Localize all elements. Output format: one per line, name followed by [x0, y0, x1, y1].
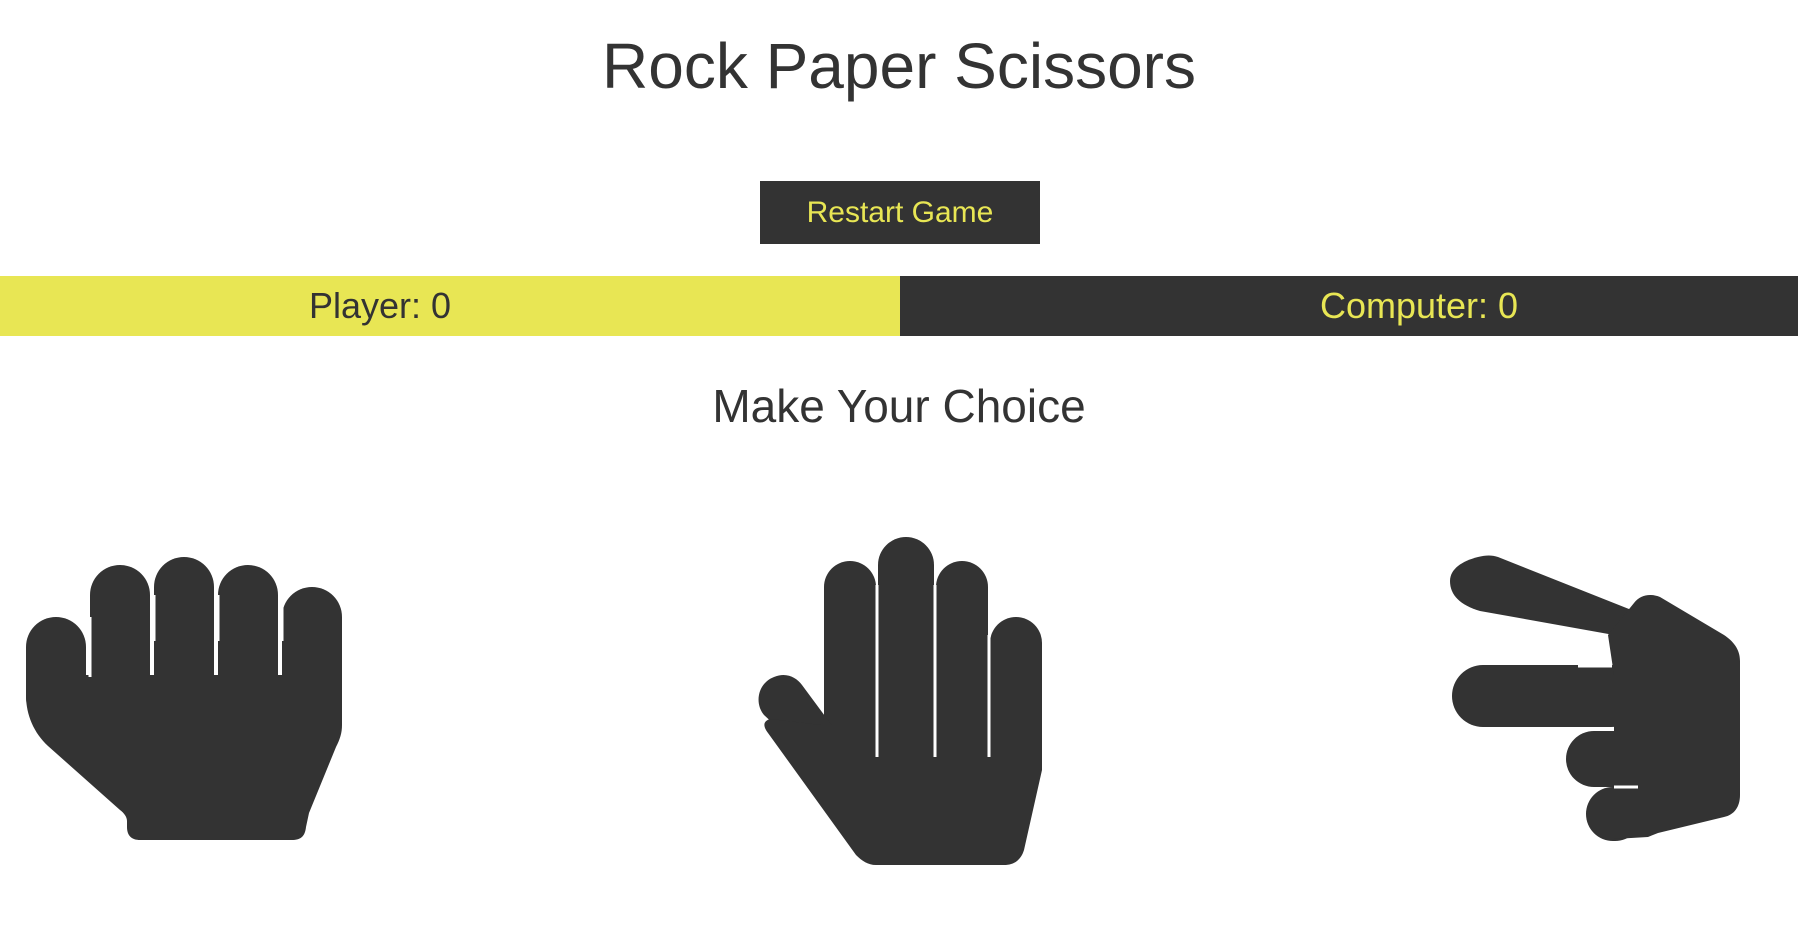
hand-scissors-icon: [1450, 555, 1740, 841]
game-page: Rock Paper Scissors Restart Game Player:…: [0, 0, 1798, 939]
rock-choice[interactable]: [24, 555, 354, 845]
hand-fist-icon: [26, 557, 342, 840]
restart-game-button[interactable]: Restart Game: [760, 181, 1040, 244]
hand-open-icon: [758, 537, 1042, 865]
make-choice-heading: Make Your Choice: [712, 380, 1086, 432]
computer-score: Computer: 0: [900, 276, 1798, 336]
page-title: Rock Paper Scissors: [602, 30, 1196, 102]
paper-choice[interactable]: [756, 535, 1046, 865]
player-score: Player: 0: [0, 276, 900, 336]
scissors-choice[interactable]: [1448, 555, 1778, 845]
scoreboard: Player: 0 Computer: 0: [0, 276, 1798, 336]
